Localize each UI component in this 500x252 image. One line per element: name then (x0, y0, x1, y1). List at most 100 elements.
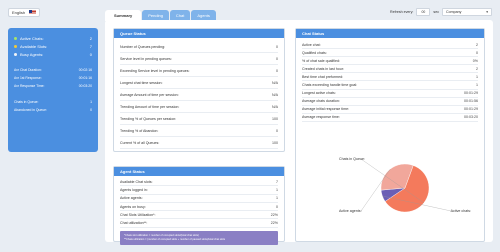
status-row-value: N/A (272, 92, 278, 97)
time-label: Avr Response Time: (14, 84, 45, 88)
status-row-value: 2 (476, 66, 478, 71)
status-row: Average chats duration: 00:01:56 (302, 98, 478, 106)
status-row-label: Chat Slots Utilization*: (120, 212, 156, 217)
stat-label: Active Chats: (20, 35, 44, 41)
status-row: Best time chat preformed: 1 (302, 73, 478, 82)
status-row-label: Active chat: (302, 42, 321, 47)
time-avg-chat-duration: Avr Chat Duration: 00:02:16 (14, 66, 92, 74)
time-value: 00:02:16 (78, 68, 92, 72)
toolbar: Refresh every: 00 sec Company ▾ (390, 8, 492, 16)
status-row-label: Qualified chats: (302, 50, 327, 55)
status-row: Average response time: 00:03:20 (302, 114, 478, 122)
stat-label: Busy Agents: (20, 51, 44, 57)
chat-status-title: Chat Status (296, 29, 484, 38)
pie-slice-label: Active agents: (339, 209, 362, 213)
queue-abandoned: Abandoned in Queue: 0 (14, 106, 92, 114)
time-label: Avr Chat Duration: (14, 68, 42, 72)
chat-status-list: Active chat: 2 Qualified chats: 0 % of chat … (296, 38, 484, 125)
status-row-value: 0 (276, 204, 278, 209)
status-row-value: 0 (276, 68, 278, 73)
queue-status-list: Number of Queues pending: 0 Service level … (114, 38, 284, 152)
status-row: Current % of all Queues: 100 (120, 137, 278, 149)
status-row: Chat utilization**: 22% (120, 219, 278, 228)
status-row-value: 100 (272, 140, 278, 145)
status-row-value: 0 (276, 44, 278, 49)
status-row-label: Available Chat slots: (120, 179, 153, 184)
status-row: Trending % of Abandon: 0 (120, 125, 278, 137)
status-row-label: Trending % of Queues per session: (120, 116, 177, 121)
pie-slice-label: Chats in Queue: (339, 157, 365, 161)
status-row-label: Chats exceeding handle time goal: (302, 83, 358, 88)
status-row: Created chats in last hour: 2 (302, 65, 478, 74)
utilization-note: *Chats slot utilization = number of occu… (120, 230, 278, 245)
queue-status-title: Queue Status (114, 29, 284, 38)
pie-slice-label: Active chats: (451, 209, 471, 213)
chevron-down-icon: ▾ (486, 10, 488, 14)
stat-value: 7 (89, 43, 92, 49)
language-select[interactable]: English (8, 8, 40, 17)
busy-agents-dot-icon (14, 52, 17, 56)
status-row-value: 2 (476, 42, 478, 47)
company-select[interactable]: Company ▾ (442, 8, 492, 16)
queue-label: Abandoned in Queue: (14, 108, 47, 112)
status-row-label: Current % of all Queues: (120, 140, 160, 145)
available-slots-dot-icon (14, 44, 17, 48)
status-row: Chats exceeding handle time goal: 1 (302, 81, 478, 90)
status-row: Exceeding Service level in pending queue… (120, 65, 278, 77)
status-row-value: 00:03:20 (464, 115, 478, 120)
stat-available-slots: Available Slots: 7 (14, 42, 92, 50)
status-row: Number of Queues pending: 0 (120, 41, 278, 53)
status-row-label: Best time chat preformed: (302, 74, 344, 79)
queue-value: 0 (90, 108, 92, 112)
queue-value: 1 (90, 100, 92, 104)
stat-active-chats: Active Chats: 2 (14, 34, 92, 42)
utilization-note-line: **Chats utilization = (number of occupie… (124, 237, 226, 241)
status-row-value: 0 (476, 50, 478, 55)
status-row-label: Trending % of Abandon: (120, 128, 159, 133)
status-row-label: Active agents: (120, 196, 143, 201)
status-row-value: 00:01:29 (464, 107, 478, 112)
status-row: % of chat sale qualified: 0% (302, 57, 478, 66)
status-row-value: 1 (276, 187, 278, 192)
status-row-label: Agents on busy: (120, 204, 146, 209)
status-row-label: Exceeding Service level in pending queue… (120, 68, 190, 73)
status-row-value: 00:01:29 (464, 91, 478, 96)
time-label: Avr 1st Response: (14, 76, 42, 80)
language-label: English (12, 10, 26, 15)
status-row-value: 1 (276, 196, 278, 201)
status-row-value: 0 (276, 128, 278, 133)
status-row: Active agents: 1 (120, 195, 278, 203)
time-value: 00:03:20 (78, 84, 92, 88)
status-row: Qualified chats: 0 (302, 49, 478, 58)
status-row-label: Longest active chats: (302, 91, 336, 96)
status-row: Trending % of Queues per session: 100 (120, 113, 278, 125)
status-row-value: 22% (270, 221, 278, 226)
status-row: Agents on busy: 0 (120, 203, 278, 212)
refresh-unit: sec (433, 10, 439, 14)
status-row-label: Longest chat time session: (120, 80, 163, 85)
status-row-label: Created chats in last hour: (302, 66, 344, 71)
summary-sidebar: Active Chats: 2 Available Slots: 7 Busy … (8, 28, 98, 152)
status-row-label: Average response time: (302, 115, 340, 120)
queue-chats-in-queue: Chats in Queue: 1 (14, 98, 92, 106)
queue-status-card: Queue Status Number of Queues pending: 0 S… (113, 28, 285, 152)
status-row-label: % of chat sale qualified: (302, 58, 340, 63)
status-row: Active chat: 2 (302, 41, 478, 50)
us-flag-icon (29, 10, 36, 15)
status-row-label: Average Amount of time per session: (120, 92, 179, 97)
status-row-value: 100 (272, 116, 278, 121)
stat-label: Available Slots: (20, 43, 48, 49)
status-row-value: 0 (276, 56, 278, 61)
chat-pie-chart: Chats in Queue: Active chats: Active agent… (339, 157, 471, 213)
status-row-value: 1 (476, 83, 478, 88)
refresh-interval-select[interactable]: 00 (416, 8, 431, 16)
status-row: Longest chat time session: N/A (120, 77, 278, 89)
status-row-value: 1 (476, 74, 478, 79)
status-row-label: Chat utilization**: (120, 221, 148, 226)
status-row: Available Chat slots: 7 (120, 178, 278, 187)
status-row: Agents logged in: 1 (120, 186, 278, 195)
status-row-value: 00:01:56 (464, 99, 478, 104)
queue-label: Chats in Queue: (14, 100, 39, 104)
agent-status-list: Available Chat slots: 7 Agents logged in: 1… (114, 176, 284, 248)
status-row: Average Amount of time per session: N/A (120, 89, 278, 101)
